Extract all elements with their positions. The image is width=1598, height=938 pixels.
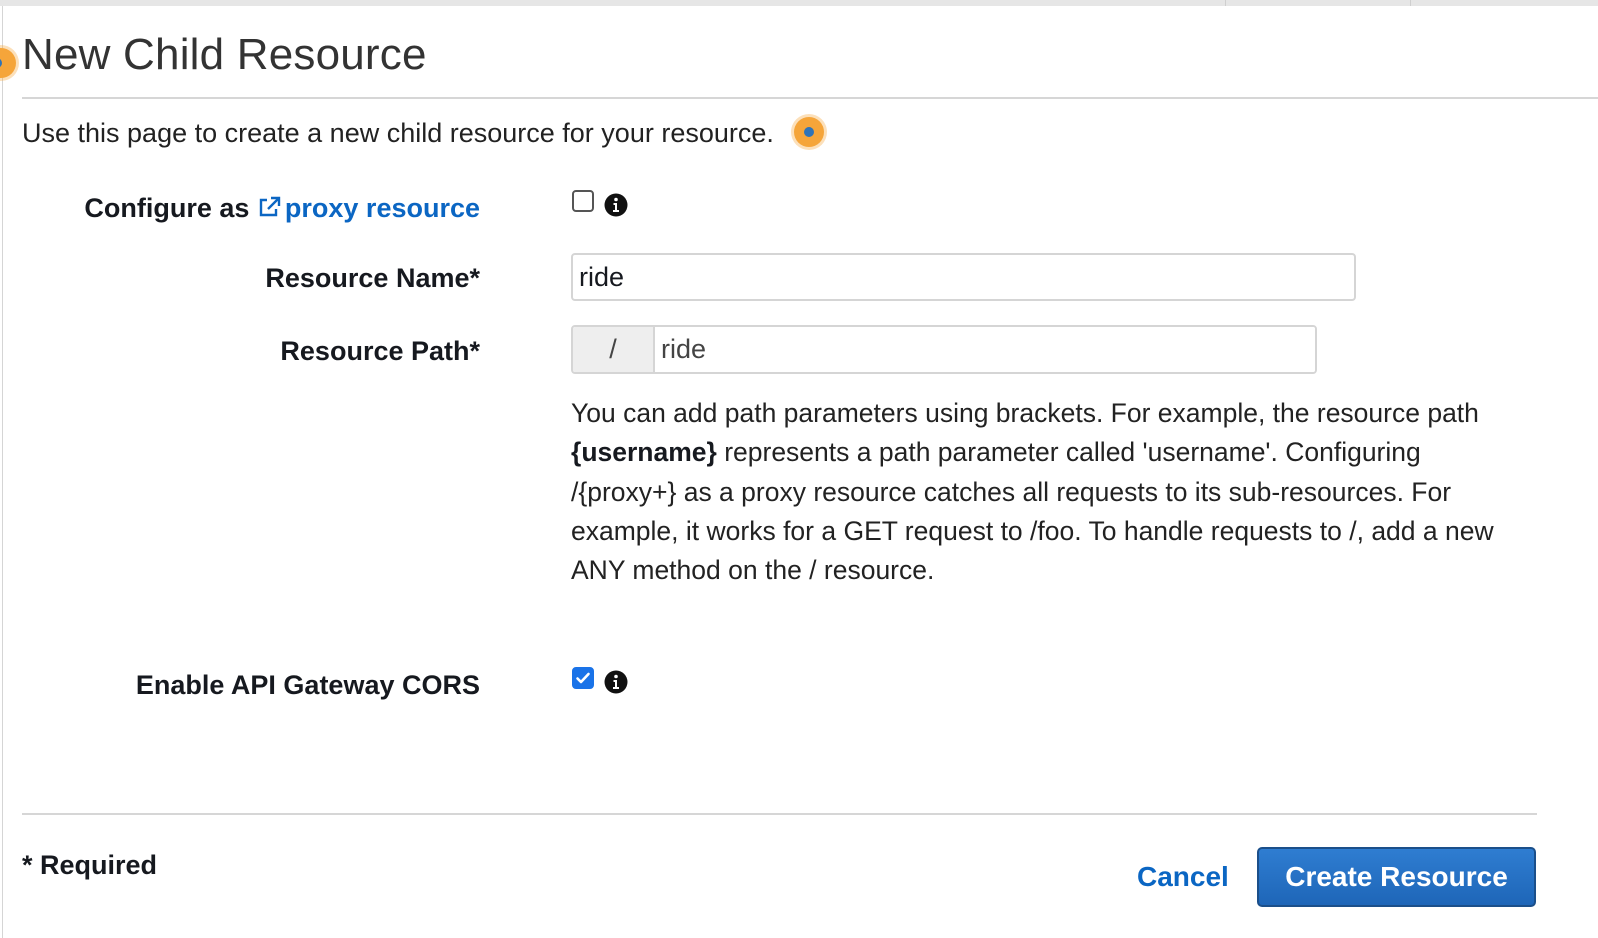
top-border-divider [1225,0,1226,6]
checkmark-icon [576,672,590,684]
resource-path-prefix: / [573,327,655,372]
proxy-resource-link[interactable]: proxy resource [257,193,480,223]
external-link-icon [259,196,281,217]
resource-path-input[interactable] [655,327,1315,372]
resource-path-field: / [571,325,1317,374]
cancel-button[interactable]: Cancel [1137,861,1229,893]
proxy-resource-checkbox[interactable] [572,190,594,212]
required-note: * Required [22,850,158,880]
help-param-example: {username} [571,437,717,468]
resource-name-label: Resource Name* [265,263,480,293]
top-border [0,0,1598,6]
help-text-part: You can add path parameters using bracke… [571,398,1479,428]
page-title: New Child Resource [22,30,427,79]
left-rule [2,6,3,938]
resource-path-help-text: You can add path parameters using bracke… [571,394,1531,590]
title-divider [22,97,1598,99]
top-border-divider [1410,0,1411,6]
cors-label: Enable API Gateway CORS [135,670,480,700]
hotspot-marker[interactable] [0,48,16,78]
info-icon[interactable] [604,670,628,694]
create-resource-button[interactable]: Create Resource [1257,847,1536,907]
proxy-resource-label: Configure as proxy resource [84,193,480,224]
resource-name-input[interactable] [571,253,1356,301]
new-child-resource-page: New Child Resource Use this page to crea… [0,0,1598,938]
info-icon[interactable] [604,193,628,217]
resource-path-label: Resource Path* [280,336,480,366]
hotspot-marker[interactable] [794,117,824,147]
cors-checkbox[interactable] [572,667,594,689]
page-intro: Use this page to create a new child reso… [22,118,774,148]
proxy-resource-link-text: proxy resource [284,193,480,223]
proxy-label-prefix: Configure as [84,193,257,223]
footer-divider [22,813,1537,815]
